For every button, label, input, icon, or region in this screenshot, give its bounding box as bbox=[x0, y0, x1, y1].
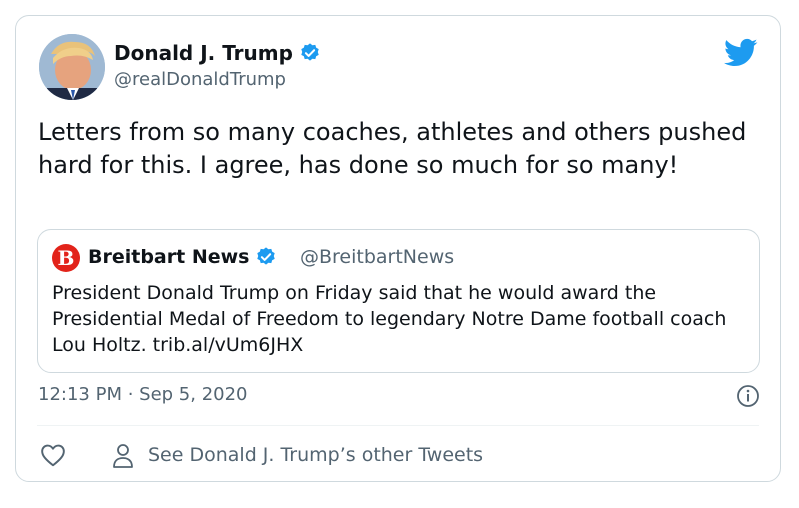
avatar-image bbox=[39, 34, 105, 100]
heart-icon[interactable] bbox=[40, 443, 66, 467]
quoted-tweet-text: President Donald Trump on Friday said th… bbox=[52, 282, 727, 356]
tweet-text: Letters from so many coaches, athletes a… bbox=[38, 118, 747, 179]
quoted-author-name: Breitbart News bbox=[88, 243, 277, 271]
quoted-tweet[interactable]: B Breitbart News @BreitbartNews Presiden… bbox=[37, 229, 760, 373]
verified-badge-icon bbox=[301, 43, 319, 61]
twitter-bird-icon[interactable] bbox=[724, 38, 758, 68]
avatar[interactable] bbox=[39, 34, 105, 100]
info-icon[interactable] bbox=[736, 384, 760, 408]
author-name-text: Donald J. Trump bbox=[114, 41, 293, 65]
author-handle[interactable]: @realDonaldTrump bbox=[114, 69, 286, 90]
divider bbox=[37, 425, 759, 426]
person-icon bbox=[113, 444, 133, 468]
tweet-timestamp[interactable]: 12:13 PM · Sep 5, 2020 bbox=[38, 384, 248, 405]
tweet-card: Donald J. Trump @realDonaldTrump Letters… bbox=[15, 15, 781, 482]
quoted-author-name-text: Breitbart News bbox=[88, 246, 250, 268]
author-name[interactable]: Donald J. Trump bbox=[114, 40, 321, 66]
quoted-author-handle: @BreitbartNews bbox=[300, 246, 455, 268]
verified-badge-icon bbox=[257, 247, 276, 265]
breitbart-logo-icon: B bbox=[52, 244, 80, 272]
see-other-tweets-link[interactable]: See Donald J. Trump’s other Tweets bbox=[148, 444, 483, 466]
